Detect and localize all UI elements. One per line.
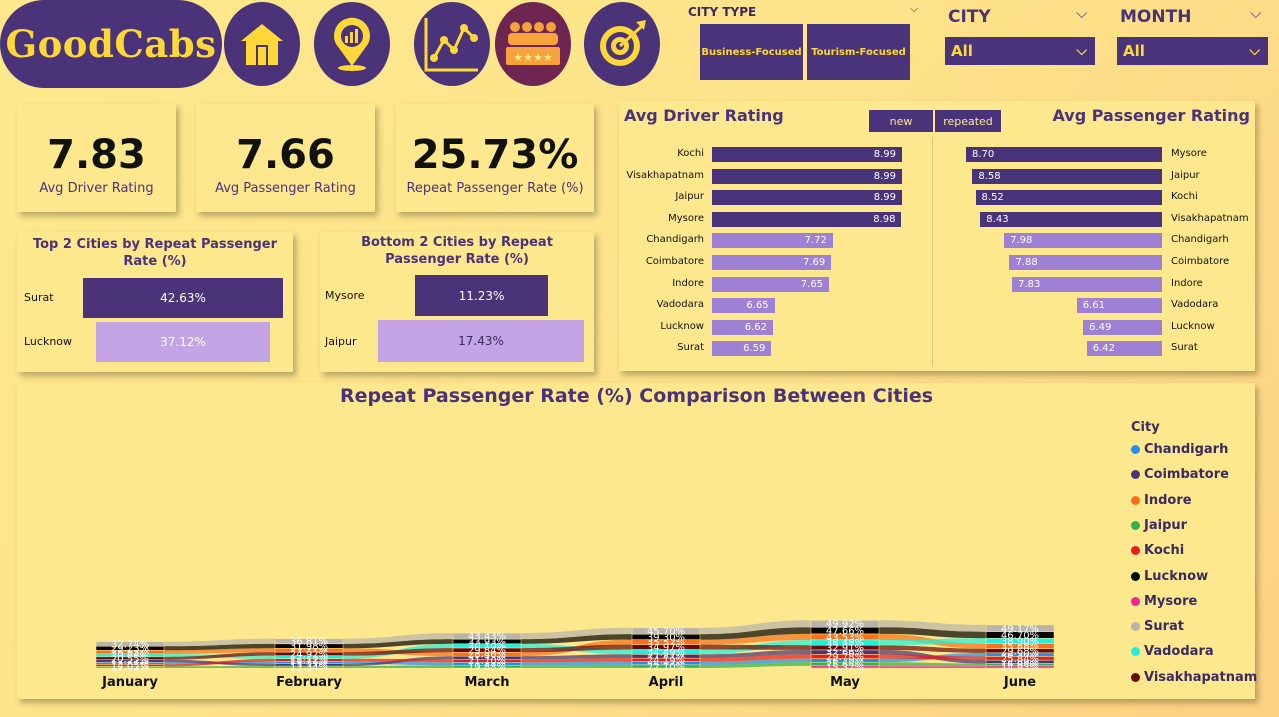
legend-label: Lucknow	[1144, 568, 1209, 584]
legend-swatch	[1131, 546, 1140, 556]
legend-swatch	[1131, 622, 1140, 632]
legend-swatch	[1131, 571, 1140, 581]
data-label: 29.68%	[1001, 646, 1039, 657]
data-label: 32.91%	[826, 643, 864, 654]
data-label: 49.17%	[1001, 624, 1039, 635]
legend-label: Mysore	[1144, 593, 1198, 609]
legend-swatch	[1131, 520, 1140, 530]
x-tick-label: March	[464, 675, 509, 690]
data-label: 29.84%	[468, 646, 506, 657]
x-tick-label: June	[1003, 675, 1036, 690]
legend-swatch	[1131, 445, 1140, 454]
legend-swatch	[1131, 672, 1140, 682]
data-label: 36.81%	[290, 637, 328, 648]
x-tick-label: February	[276, 675, 342, 690]
legend-label: Jaipur	[1144, 517, 1188, 533]
legend-item-visakhapatnam[interactable]: Visakhapatnam	[1131, 670, 1257, 685]
data-label: 20.55%	[111, 654, 149, 665]
legend-title: City	[1131, 420, 1160, 435]
legend-swatch	[1131, 596, 1140, 606]
x-tick-label: May	[830, 675, 860, 690]
x-tick-label: January	[101, 675, 158, 690]
data-label: 21.70%	[468, 656, 506, 667]
legend-swatch	[1131, 647, 1140, 657]
data-label: 14.93%	[1001, 662, 1039, 673]
legend-label: Visakhapatnam	[1144, 669, 1258, 685]
ribbon-jaipur[interactable]	[521, 664, 632, 668]
legend-label: Surat	[1144, 619, 1185, 635]
legend-label: Coimbatore	[1144, 467, 1229, 483]
legend-item-indore[interactable]: Indore	[1131, 493, 1192, 508]
legend-swatch	[1131, 495, 1140, 505]
legend-label: Kochi	[1144, 543, 1185, 559]
x-tick-label: April	[649, 675, 684, 690]
legend-item-chandigarh[interactable]: Chandigarh	[1131, 442, 1228, 457]
data-label: 32.74%	[111, 639, 149, 650]
legend-item-coimbatore[interactable]: Coimbatore	[1131, 467, 1229, 482]
data-label: 45.70%	[647, 626, 685, 637]
legend-item-lucknow[interactable]: Lucknow	[1131, 569, 1208, 584]
legend-label: Indore	[1144, 492, 1192, 508]
ribbon-mysore[interactable]	[879, 665, 986, 668]
ribbon-visakhapatnam[interactable]	[700, 644, 811, 650]
data-label: 24.92%	[290, 649, 328, 660]
legend-item-jaipur[interactable]: Jaipur	[1131, 518, 1187, 533]
data-label: 49.92%	[826, 619, 864, 630]
data-label: 34.97%	[647, 643, 685, 654]
legend-item-vadodara[interactable]: Vadodara	[1131, 644, 1214, 659]
legend-label: Vadodara	[1144, 644, 1214, 660]
legend-label: Chandigarh	[1144, 442, 1229, 457]
legend-item-surat[interactable]: Surat	[1131, 619, 1184, 634]
legend-item-kochi[interactable]: Kochi	[1131, 543, 1184, 558]
data-label: 15.37%	[826, 662, 864, 673]
ribbon-chart: 15.52%17.71%26.65%12.01%14.05%29.23%32.7…	[95, 619, 1055, 690]
legend-swatch	[1131, 470, 1140, 480]
ribbon-jaipur[interactable]	[164, 666, 275, 668]
legend-item-mysore[interactable]: Mysore	[1131, 594, 1197, 609]
